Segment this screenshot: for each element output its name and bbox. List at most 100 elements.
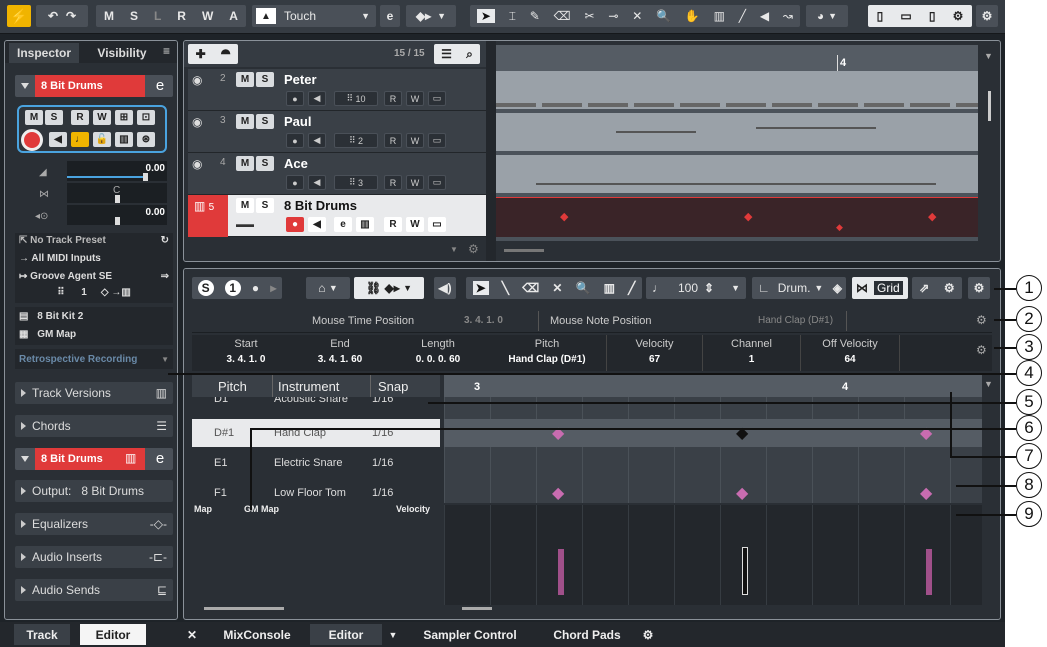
range-tool-icon[interactable]: ⌶ <box>509 9 516 24</box>
monitor-button[interactable]: ◀ <box>49 132 67 147</box>
drum-note[interactable]: ◆ <box>836 222 843 233</box>
search-icon[interactable]: ⌕ <box>466 47 473 62</box>
track-name[interactable]: Paul <box>284 114 311 129</box>
draw-tool-icon[interactable]: ✎ <box>530 9 540 23</box>
section-chords[interactable]: Chords ☰ <box>15 415 173 437</box>
read-button[interactable]: R <box>71 110 89 125</box>
tab-editor-left[interactable]: Editor <box>80 624 146 645</box>
solo-button[interactable]: S <box>45 110 63 125</box>
delay-handle[interactable] <box>115 217 120 225</box>
vertical-scrollbar[interactable]: ▼ <box>984 51 996 241</box>
gear-icon[interactable]: ⚙ <box>976 343 987 357</box>
solo-button[interactable]: S <box>256 156 274 171</box>
read-mode-button[interactable]: R <box>177 9 186 23</box>
loop-icon[interactable]: 1 <box>224 280 241 296</box>
channel-row[interactable]: ⠿ 1 ◇ →▥ <box>19 287 169 298</box>
section-audio-sends[interactable]: Audio Sends ⊑ <box>15 579 173 601</box>
write-button[interactable]: W <box>406 133 424 148</box>
grid-select[interactable]: ⋈ Grid <box>852 277 908 299</box>
drum-row[interactable]: E1 Electric Snare 1/16 <box>192 449 440 477</box>
lock-button[interactable]: 🔓 <box>93 132 111 147</box>
solo-button[interactable]: S <box>256 114 274 129</box>
listen-mode-button[interactable]: L <box>154 9 161 23</box>
glue-tool-icon[interactable]: ⊸ <box>608 9 618 23</box>
tab-chord-pads[interactable]: Chord Pads <box>540 624 634 645</box>
info-off-velocity[interactable]: Off Velocity 64 <box>800 335 900 371</box>
line-tool-icon[interactable]: ╱ <box>739 9 746 23</box>
velocity-lane[interactable] <box>444 505 982 605</box>
insert-velocity-select[interactable]: ∟ Drum. ▼ ◈ <box>752 277 846 299</box>
drum-map-button[interactable]: ▥ <box>115 132 133 147</box>
column-instrument[interactable]: Instrument <box>278 379 339 394</box>
activate-project-button[interactable]: ⚡ <box>7 5 31 27</box>
erase-tool-icon[interactable]: ⌫ <box>522 281 539 295</box>
mute-tool-icon[interactable]: ✕ <box>632 9 642 23</box>
drum-note[interactable]: ◆ <box>920 483 932 503</box>
comp-tool-icon[interactable]: ▥ <box>714 9 725 23</box>
write-button[interactable]: W <box>93 110 111 125</box>
editor-settings-button[interactable]: ⚙ <box>968 277 990 299</box>
midi-part-ace[interactable] <box>496 155 978 193</box>
plus-icon[interactable]: ✚ <box>196 47 206 61</box>
automation-mode-select[interactable]: ▲ Touch ▼ <box>252 5 376 27</box>
drum-note[interactable]: ◆ <box>552 483 564 503</box>
horizontal-scrollbar[interactable] <box>462 607 492 610</box>
input-row[interactable]: → All MIDI Inputs <box>19 253 101 264</box>
setup-icon[interactable]: ⚙ <box>944 281 955 295</box>
mute-mode-button[interactable]: M <box>104 9 114 23</box>
record-icon[interactable]: ● <box>252 281 259 295</box>
lower-zone-icon[interactable]: ▭ <box>900 9 911 23</box>
horizontal-scrollbar[interactable] <box>504 249 544 252</box>
map-row[interactable]: ▦ GM Map <box>19 329 76 340</box>
menu-icon[interactable]: ≡ <box>163 44 170 58</box>
velocity-bar[interactable] <box>558 549 564 595</box>
chevron-down-icon[interactable]: ▼ <box>984 379 993 389</box>
record-button[interactable]: ● <box>286 133 304 148</box>
warp-tool-icon[interactable]: ↝ <box>783 9 793 23</box>
preset-row[interactable]: ⇱ No Track Preset <box>19 235 106 246</box>
refresh-icon[interactable]: ↻ <box>161 235 169 246</box>
info-channel[interactable]: Channel 1 <box>702 335 800 371</box>
open-window-icon[interactable]: ⇗ <box>919 281 929 295</box>
drum-note[interactable]: ◆ <box>736 483 748 503</box>
section-track-versions[interactable]: Track Versions ▥ <box>15 382 173 404</box>
drum-note[interactable]: ◆ <box>560 210 568 223</box>
velocity-bar[interactable] <box>926 549 932 595</box>
info-start[interactable]: Start 3. 4. 1. 0 <box>192 335 300 371</box>
velocity-bar-selected[interactable] <box>742 547 748 595</box>
lane-button[interactable]: ▭ <box>428 175 446 190</box>
column-pitch[interactable]: Pitch <box>218 379 247 394</box>
link-snap-button[interactable]: ⛓ ◆▸ ▼ <box>354 277 424 299</box>
object-selection-tool-icon[interactable]: ➤ <box>476 9 495 23</box>
pan-slider[interactable]: C <box>67 183 167 203</box>
mute-button[interactable]: M <box>236 72 254 87</box>
lane-button[interactable]: ▭ <box>428 217 446 232</box>
section-track-name[interactable]: 8 Bit Drums ▥ e <box>15 448 173 470</box>
section-equalizers[interactable]: Equalizers -◇- <box>15 513 173 535</box>
mute-button[interactable]: M <box>25 110 43 125</box>
track-row[interactable]: ◉ 4 M S Ace ● ◀ ⠿ 3 R W ▭ <box>188 153 486 195</box>
delay-slider[interactable]: 0.00 <box>67 205 167 225</box>
line-tool-icon[interactable]: ╱ <box>628 281 635 295</box>
tab-track[interactable]: Track <box>14 624 70 645</box>
channel-settings-button[interactable]: ⊛ <box>137 132 155 147</box>
volume-slider[interactable]: 0.00 <box>67 161 167 181</box>
track-row-selected[interactable]: ▥ 5 M S 8 Bit Drums ▬▬ ● ◀ e ▥ R W ▭ <box>188 195 486 237</box>
play-icon[interactable]: ▸ <box>270 281 276 295</box>
comp-tool-icon[interactable]: ▥ <box>604 281 615 295</box>
write-mode-button[interactable]: W <box>202 9 213 23</box>
tab-sampler-control[interactable]: Sampler Control <box>410 624 530 645</box>
open-instrument-icon[interactable]: ⇒ <box>161 271 169 282</box>
info-length[interactable]: Length 0. 0. 0. 60 <box>388 335 488 371</box>
read-button[interactable]: R <box>384 133 402 148</box>
midi-part-8bit-drums[interactable]: ◆ ◆ ◆ ◆ <box>496 197 978 237</box>
snap-button[interactable]: ◆▸ ▼ <box>406 5 456 27</box>
mute-button[interactable]: M <box>236 198 254 213</box>
drum-note[interactable]: ◆ <box>920 423 932 443</box>
event-display[interactable]: 4 ◆ ◆ ◆ ◆ <box>496 45 978 241</box>
setup-window-icon[interactable]: ⚙ <box>953 9 964 23</box>
left-zone-icon[interactable]: ▯ <box>877 9 884 23</box>
mute-button[interactable]: M <box>236 156 254 171</box>
automation-mode-button[interactable]: A <box>229 9 238 23</box>
info-velocity[interactable]: Velocity 67 <box>606 335 702 371</box>
